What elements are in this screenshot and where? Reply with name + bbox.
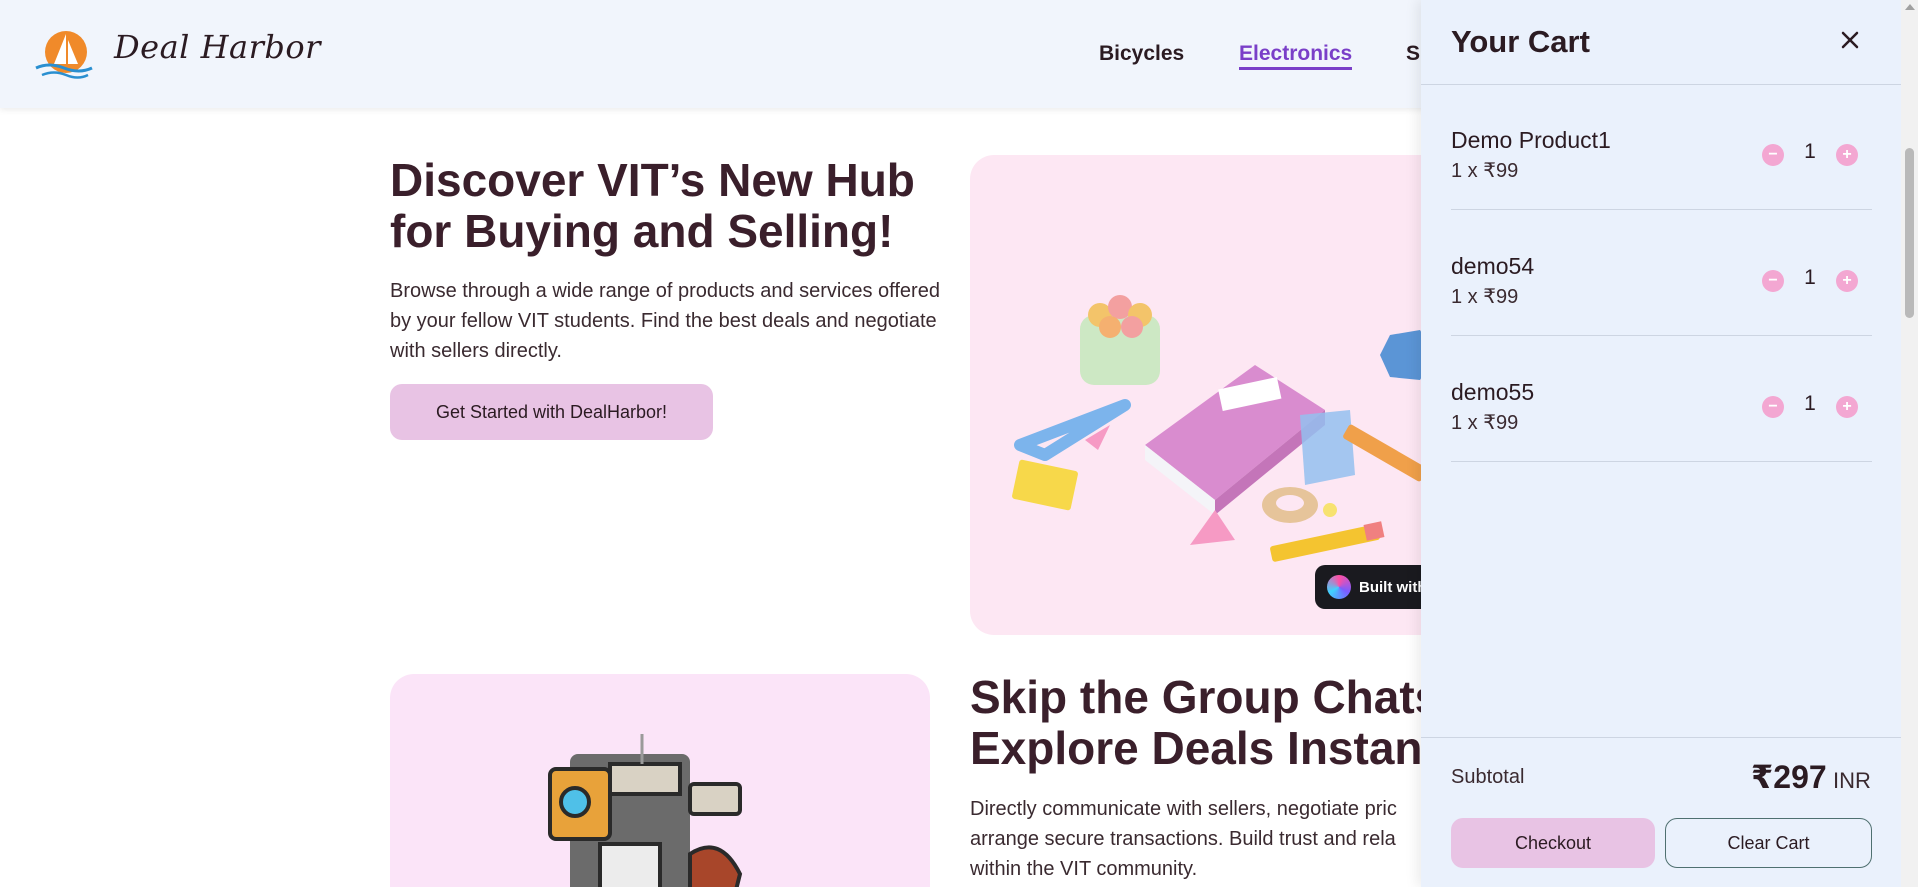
minus-icon: −	[1768, 272, 1778, 289]
cart-item-price: 1 x ₹99	[1451, 412, 1519, 434]
badge-logo-icon	[1327, 575, 1351, 599]
cart-item: Demo Product1 1 x ₹99 − 1 +	[1451, 84, 1872, 210]
increase-quantity-button[interactable]: +	[1836, 270, 1858, 292]
increase-quantity-button[interactable]: +	[1836, 144, 1858, 166]
minus-icon: −	[1768, 398, 1778, 415]
robot-graphic	[548, 734, 743, 887]
cart-item: demo54 1 x ₹99 − 1 +	[1451, 210, 1872, 336]
section2-title-line2: Explore Deals Instant	[970, 722, 1438, 774]
plus-icon: +	[1842, 272, 1852, 289]
cart-item-price: 1 x ₹99	[1451, 286, 1519, 308]
plus-icon: +	[1842, 398, 1852, 415]
brand-name[interactable]: Deal Harbor	[114, 28, 321, 66]
decrease-quantity-button[interactable]: −	[1762, 270, 1784, 292]
cart-item-name: Demo Product1	[1451, 127, 1611, 153]
section2-desc-line2: arrange secure transactions. Build trust…	[970, 828, 1396, 850]
cart-item-name: demo54	[1451, 253, 1535, 279]
robot-illustration	[390, 674, 930, 887]
nav-item-partial[interactable]: S	[1406, 42, 1420, 66]
cart-item: demo55 1 x ₹99 − 1 +	[1451, 336, 1872, 462]
page-scrollbar[interactable]	[1901, 0, 1918, 887]
subtotal-label: Subtotal	[1451, 766, 1525, 788]
nav-electronics[interactable]: Electronics	[1239, 42, 1353, 70]
nav-bicycles[interactable]: Bicycles	[1099, 42, 1184, 66]
plus-icon: +	[1842, 146, 1852, 163]
scroll-up-arrow-icon[interactable]	[1905, 4, 1915, 10]
decrease-quantity-button[interactable]: −	[1762, 396, 1784, 418]
hero-description: Browse through a wide range of products …	[390, 280, 940, 362]
subtotal-amount: ₹297	[1751, 759, 1827, 795]
minus-icon: −	[1768, 146, 1778, 163]
cart-drawer: Your Cart Demo Product1 1 x ₹99 − 1 + de…	[1421, 0, 1901, 887]
cart-item-quantity: 1	[1804, 140, 1816, 163]
section2-desc-line1: Directly communicate with sellers, negot…	[970, 798, 1397, 820]
cart-title: Your Cart	[1451, 24, 1590, 59]
section2-desc-line3: within the VIT community.	[970, 858, 1198, 880]
page: Deal Harbor Bicycles Electronics S Disco…	[0, 0, 1918, 887]
clear-cart-button[interactable]: Clear Cart	[1665, 818, 1872, 868]
scrollbar-thumb[interactable]	[1905, 148, 1914, 318]
get-started-button[interactable]: Get Started with DealHarbor!	[390, 384, 713, 440]
subtotal-currency: INR	[1833, 768, 1871, 793]
cart-item-name: demo55	[1451, 379, 1535, 405]
cart-item-quantity: 1	[1804, 266, 1816, 289]
hero-title: Discover VIT’s New Hub for Buying and Se…	[390, 154, 915, 257]
close-icon[interactable]	[1836, 26, 1864, 54]
increase-quantity-button[interactable]: +	[1836, 396, 1858, 418]
checkout-button[interactable]: Checkout	[1451, 818, 1655, 868]
sailboat-logo-icon[interactable]	[34, 28, 94, 80]
badge-label: Built with	[1359, 578, 1427, 596]
section2-title-line1: Skip the Group Chats	[970, 671, 1441, 723]
cart-footer-divider	[1421, 737, 1901, 738]
decrease-quantity-button[interactable]: −	[1762, 144, 1784, 166]
cart-item-quantity: 1	[1804, 392, 1816, 415]
cart-item-price: 1 x ₹99	[1451, 160, 1519, 182]
